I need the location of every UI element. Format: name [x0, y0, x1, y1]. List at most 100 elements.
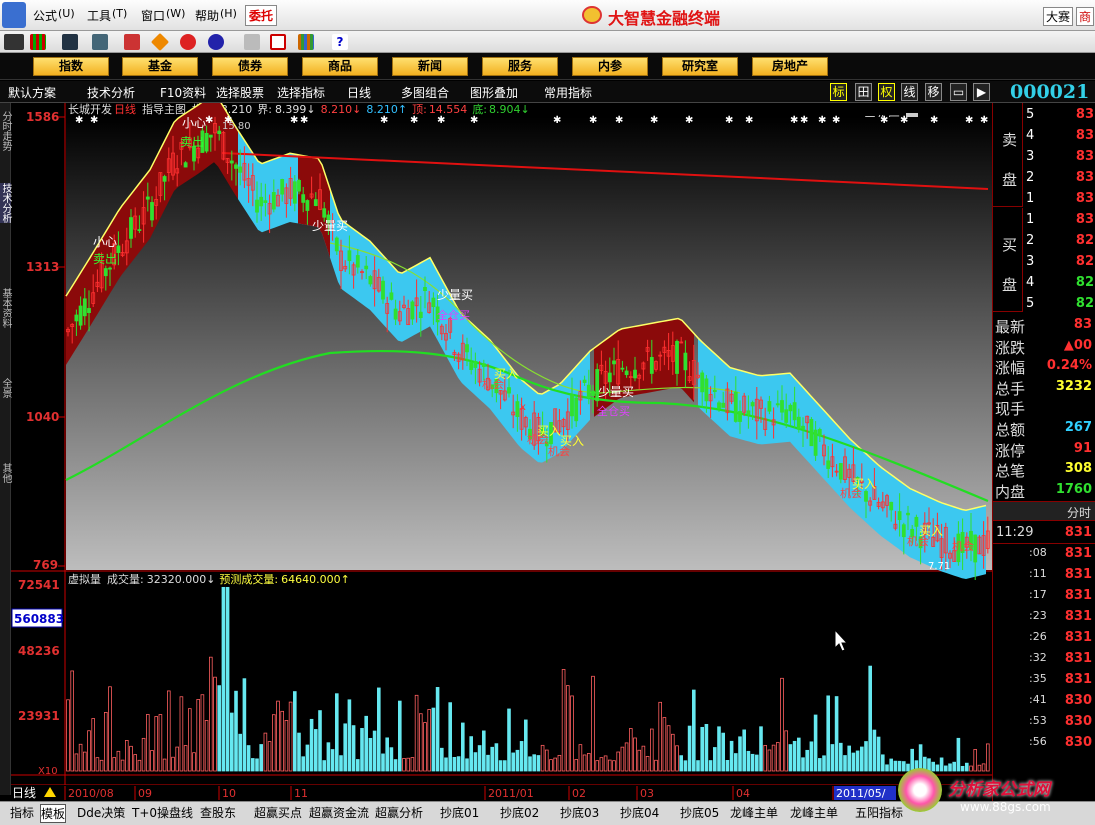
cat-service[interactable]: 服务 [482, 57, 558, 76]
bottom-tab[interactable]: 查股东 [200, 804, 236, 821]
cat-research[interactable]: 研究室 [662, 57, 738, 76]
alarm-icon[interactable] [92, 34, 108, 50]
tab-daily[interactable]: 日线 [347, 84, 371, 101]
kline-chart[interactable]: 1586 1313 1040 769 长城开发日线指导主图指导:8.210界:8… [0, 103, 992, 803]
period-label[interactable]: 日线 [12, 786, 36, 800]
toggle-line[interactable]: 线 [901, 83, 918, 101]
candle-body [347, 250, 352, 262]
bottom-tab[interactable]: 超赢资金流 [309, 804, 369, 821]
cat-index[interactable]: 指数 [33, 57, 109, 76]
cat-internal[interactable]: 内参 [572, 57, 648, 76]
bottom-tab[interactable]: 龙峰主单 [730, 804, 778, 821]
play-icon[interactable]: ▶ [973, 83, 990, 101]
cat-bond[interactable]: 债券 [212, 57, 288, 76]
help-icon[interactable]: ? [332, 34, 348, 50]
bottom-tab[interactable]: T+0操盘线 [132, 804, 193, 821]
ask-row[interactable]: 2 83 [1024, 169, 1095, 189]
tab-multi-chart[interactable]: 多图组合 [401, 84, 449, 101]
binoculars-icon[interactable] [62, 34, 78, 50]
tick-row: :32 831 [1029, 651, 1092, 666]
sell-header: 卖 盘 [993, 103, 1023, 207]
ask-row[interactable]: 4 83 [1024, 127, 1095, 147]
app-icon[interactable] [2, 2, 26, 28]
bottom-tab[interactable]: 模板 [40, 804, 67, 823]
books-icon[interactable] [298, 34, 314, 50]
menu-help[interactable]: 帮助 [195, 7, 219, 24]
bid-row[interactable]: 1 83 [1024, 211, 1095, 231]
toggle-grid[interactable]: 田 [855, 83, 872, 101]
cat-fund[interactable]: 基金 [122, 57, 198, 76]
layout-icon[interactable] [270, 34, 286, 50]
bid-row[interactable]: 5 82 [1024, 295, 1095, 315]
tab-default-scheme[interactable]: 默认方案 [8, 84, 56, 101]
diamond-icon[interactable] [150, 32, 170, 52]
candle-body [826, 460, 831, 469]
candle-body [334, 237, 339, 252]
menu-formula[interactable]: 公式 [33, 7, 57, 24]
volume-bar [112, 757, 117, 772]
cat-news[interactable]: 新闻 [392, 57, 468, 76]
bottom-tab[interactable]: 超赢买点 [254, 804, 302, 821]
i-icon[interactable] [208, 34, 224, 50]
bottom-tab[interactable]: Dde决策 [77, 804, 125, 821]
bottom-tab[interactable]: 抄底04 [620, 804, 659, 821]
volume-bar [843, 755, 847, 772]
volume-bar [427, 709, 431, 772]
svg-text:长城开发日线指导主图指导:8.210界:8.399↓8.21: 长城开发日线指导主图指导:8.210界:8.399↓8.210↓8.210↑顶:… [68, 103, 530, 116]
ask-row[interactable]: 1 83 [1024, 190, 1095, 210]
ask-row[interactable]: 5 83 [1024, 106, 1095, 126]
edit-icon[interactable] [124, 34, 140, 50]
cat-commodity[interactable]: 商品 [302, 57, 378, 76]
commerce-tab[interactable]: 商 [1076, 7, 1095, 26]
ask-row[interactable]: 3 83 [1024, 148, 1095, 168]
print-icon[interactable] [244, 34, 260, 50]
volume-bar [99, 759, 104, 772]
toggle-rights[interactable]: 权 [878, 83, 895, 101]
connect-icon[interactable] [4, 34, 24, 50]
annot-small-buy-3: 少量买 [598, 385, 634, 399]
menu-window[interactable]: 窗口 [141, 7, 165, 24]
toggle-mark[interactable]: 标 [830, 83, 847, 101]
bottom-tab[interactable]: 五阳指标 [855, 804, 903, 821]
bottom-tab[interactable]: 指标 [10, 804, 34, 821]
volume-bar [574, 759, 578, 772]
tab-f10[interactable]: F10资料 [160, 84, 206, 101]
vol-tick-72541: 72541 [18, 578, 60, 592]
volume-bar [629, 728, 633, 772]
volume-bar [532, 754, 536, 772]
bid-row[interactable]: 3 82 [1024, 253, 1095, 273]
window-icon[interactable]: ▭ [950, 83, 967, 101]
tab-select-indicator[interactable]: 选择指标 [277, 84, 325, 101]
signal-star: ✱ [380, 115, 388, 126]
tab-technical[interactable]: 技术分析 [87, 84, 135, 101]
volume-bar [818, 758, 822, 772]
volume-bar [889, 758, 893, 772]
volume-bar [809, 741, 814, 772]
toggle-move[interactable]: 移 [925, 83, 942, 101]
menu-tools[interactable]: 工具 [87, 7, 111, 24]
bottom-tab[interactable]: 抄底02 [500, 804, 539, 821]
f-icon[interactable] [180, 34, 196, 50]
signal-star: ✱ [685, 115, 693, 126]
cat-realestate[interactable]: 房地产 [752, 57, 828, 76]
signal-star: ✱ [90, 115, 98, 126]
tab-overlay[interactable]: 图形叠加 [470, 84, 518, 101]
bid-row[interactable]: 2 82 [1024, 232, 1095, 252]
tab-select-stock[interactable]: 选择股票 [216, 84, 264, 101]
bottom-tab[interactable]: 抄底05 [680, 804, 719, 821]
bottom-tab[interactable]: 抄底01 [440, 804, 479, 821]
stat-row: 总手 3232 [995, 378, 1092, 398]
bottom-tab[interactable]: 抄底03 [560, 804, 599, 821]
volume-bar [389, 747, 394, 772]
bottom-tab[interactable]: 龙峰主单 [790, 804, 838, 821]
bottom-tab[interactable]: 超赢分析 [375, 804, 423, 821]
bars-icon[interactable] [30, 34, 46, 50]
contest-tab[interactable]: 大赛 [1043, 7, 1074, 26]
bid-row[interactable]: 4 82 [1024, 274, 1095, 294]
tab-common-indicator[interactable]: 常用指标 [544, 84, 592, 101]
candle-body [817, 429, 822, 437]
volume-bar [460, 722, 465, 772]
volume-bar [263, 732, 268, 772]
trade-button[interactable]: 委托 [245, 5, 278, 26]
vol-multiplier: X10 [38, 766, 58, 777]
